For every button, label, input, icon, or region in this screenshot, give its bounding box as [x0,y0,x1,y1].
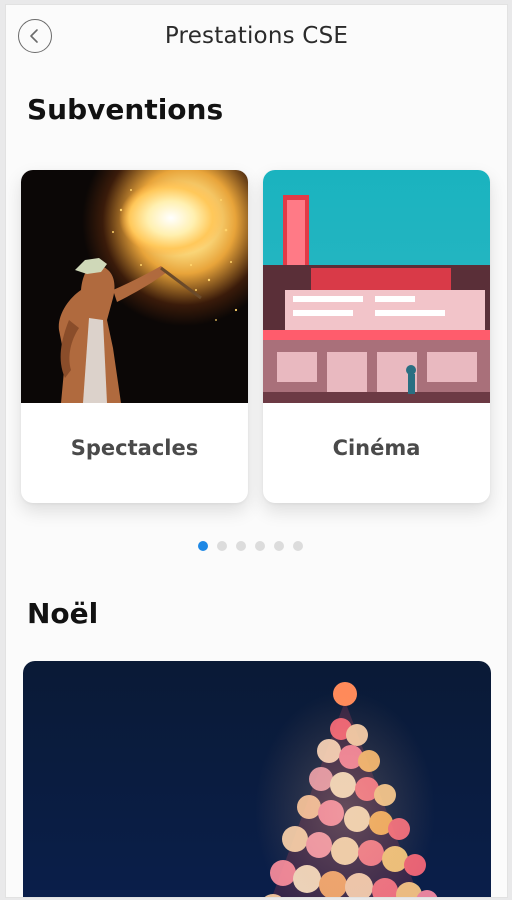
pagination-dot[interactable] [255,541,265,551]
section-title-noel: Noël [27,597,99,630]
christmas-tree-image [23,661,491,897]
noel-banner[interactable] [23,661,491,897]
app-screen: Prestations CSE Subventions Spectacles C… [5,4,508,898]
card-cinema[interactable]: Cinéma [263,170,490,503]
spectacles-image [21,170,248,403]
cinema-image [263,170,490,403]
carousel-pagination [198,541,303,551]
pagination-dot[interactable] [217,541,227,551]
card-label: Spectacles [70,436,199,460]
pagination-dot[interactable] [293,541,303,551]
card-spectacles[interactable]: Spectacles [21,170,248,503]
section-title-subventions: Subventions [27,93,224,126]
pagination-dot-active[interactable] [198,541,208,551]
pagination-dot[interactable] [274,541,284,551]
card-label: Cinéma [332,436,421,460]
page-title: Prestations CSE [164,23,349,49]
top-bar: Prestations CSE [6,5,507,69]
pagination-dot[interactable] [236,541,246,551]
